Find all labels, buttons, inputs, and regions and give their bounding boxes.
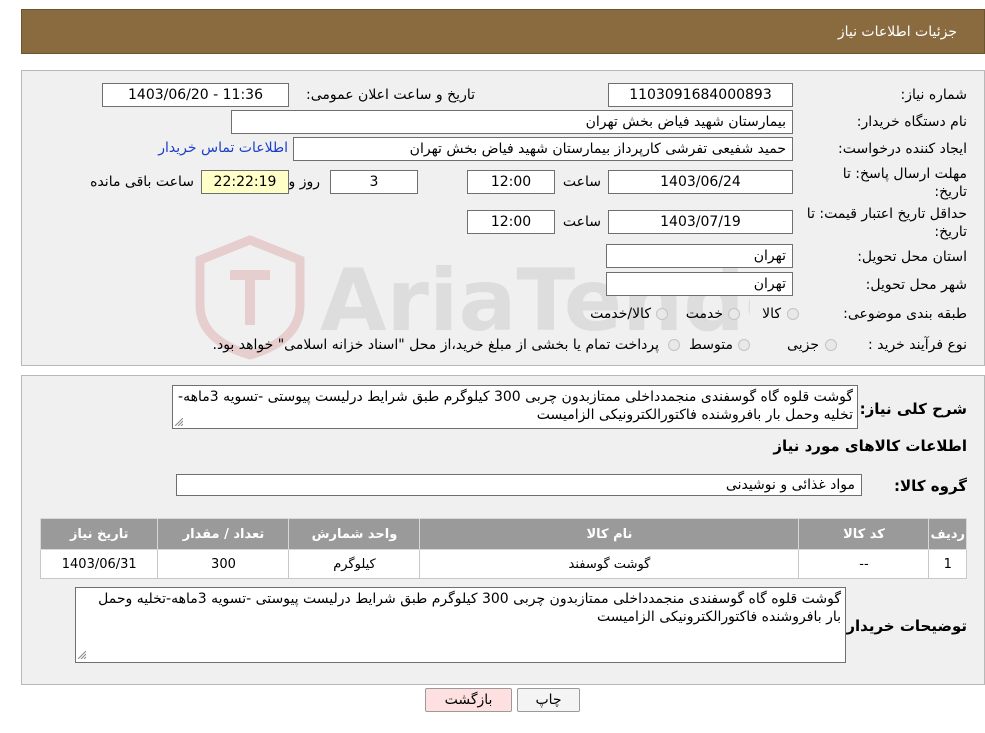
process-radio-medium[interactable] [738, 339, 750, 351]
col-quantity: تعداد / مقدار [157, 518, 290, 550]
col-row: ردیف [928, 518, 967, 550]
province-field: تهران [606, 244, 793, 268]
validity-time-word: ساعت [562, 214, 601, 230]
deadline-date-field: 1403/06/24 [608, 170, 793, 194]
description-textarea: گوشت قلوه گاه گوسفندی منجمدداخلی ممتازبد… [172, 385, 858, 429]
city-field: تهران [606, 272, 793, 296]
goods-table: ردیف کد کالا نام کالا واحد شمارش تعداد /… [39, 518, 967, 579]
days-field: 3 [330, 170, 418, 194]
col-code: کد کالا [798, 518, 930, 550]
col-unit: واحد شمارش [288, 518, 421, 550]
goods-section-title: اطلاعات کالاهای مورد نیاز [773, 437, 967, 455]
need-number-field: 1103091684000893 [608, 83, 793, 107]
cell-row: 1 [928, 549, 967, 579]
description-label: شرح کلی نیاز: [859, 400, 967, 418]
process-label: نوع فرآیند خرید : [868, 337, 967, 353]
province-label: استان محل تحویل: [857, 249, 967, 265]
cell-need-date: 1403/06/31 [39, 549, 159, 579]
creator-field: حمید شفیعی تفرشی کارپرداز بیمارستان شهید… [293, 137, 793, 161]
process-radio-minor[interactable] [825, 339, 837, 351]
category-radio-goods[interactable] [787, 308, 799, 320]
announce-field: 1403/06/20 - 11:36 [102, 83, 289, 107]
cell-quantity: 300 [157, 549, 290, 579]
category-option-goods-service: کالا/خدمت [590, 306, 651, 322]
category-option-goods: کالا [762, 306, 781, 322]
buyer-notes-textarea: گوشت قلوه گاه گوسفندی منجمدداخلی ممتازبد… [75, 587, 846, 663]
category-option-service: خدمت [685, 306, 723, 322]
deadline-time-field: 12:00 [467, 170, 555, 194]
page-title: جزئیات اطلاعات نیاز [837, 24, 957, 40]
process-checkbox-treasury[interactable] [668, 339, 680, 351]
col-name: نام کالا [419, 518, 800, 550]
cell-unit: کیلوگرم [288, 549, 421, 579]
validity-label: حداقل تاریخ اعتبار قیمت: تا [806, 206, 967, 222]
category-radio-service[interactable] [728, 308, 740, 320]
category-label: طبقه بندی موضوعی: [843, 306, 967, 322]
validity-label-date: تاریخ: [934, 224, 967, 240]
days-word: روز و [288, 174, 321, 190]
process-option-minor: جزیی [787, 337, 819, 353]
need-number-label: شماره نیاز: [900, 87, 968, 103]
buyer-org-label: نام دستگاه خریدار: [856, 114, 967, 130]
announce-label: تاریخ و ساعت اعلان عمومی: [306, 87, 475, 103]
print-button[interactable]: چاپ [517, 688, 580, 712]
cell-name: گوشت گوسفند [419, 549, 800, 579]
deadline-label-date: تاریخ: [934, 184, 967, 200]
col-need-date: تاریخ نیاز [39, 518, 159, 550]
resize-grip-icon[interactable] [175, 418, 183, 426]
resize-grip-icon[interactable] [78, 651, 86, 659]
contact-info-link[interactable]: اطلاعات تماس خریدار [158, 140, 288, 156]
deadline-label: مهلت ارسال پاسخ: تا [842, 166, 967, 182]
goods-group-field: مواد غذائی و نوشیدنی [176, 474, 862, 496]
table-row: 1 -- گوشت گوسفند کیلوگرم 300 1403/06/31 [39, 549, 967, 579]
city-label: شهر محل تحویل: [865, 277, 967, 293]
buyer-notes-label: توضیحات خریدار: [840, 617, 967, 635]
remaining-word: ساعت باقی مانده [90, 174, 194, 190]
deadline-time-word: ساعت [562, 174, 601, 190]
back-button[interactable]: بازگشت [425, 688, 512, 712]
category-radio-goods-service[interactable] [656, 308, 668, 320]
remaining-time-field: 22:22:19 [201, 170, 289, 194]
goods-group-label: گروه کالا: [894, 477, 967, 495]
process-option-medium: متوسط [689, 337, 733, 353]
table-header-row: ردیف کد کالا نام کالا واحد شمارش تعداد /… [39, 518, 967, 550]
validity-time-field: 12:00 [467, 210, 555, 234]
process-note: پرداخت تمام یا بخشی از مبلغ خرید،از محل … [212, 337, 659, 353]
cell-code: -- [798, 549, 930, 579]
creator-label: ایجاد کننده درخواست: [838, 141, 967, 157]
buyer-org-field: بیمارستان شهید فیاض بخش تهران [231, 110, 793, 134]
validity-date-field: 1403/07/19 [608, 210, 793, 234]
